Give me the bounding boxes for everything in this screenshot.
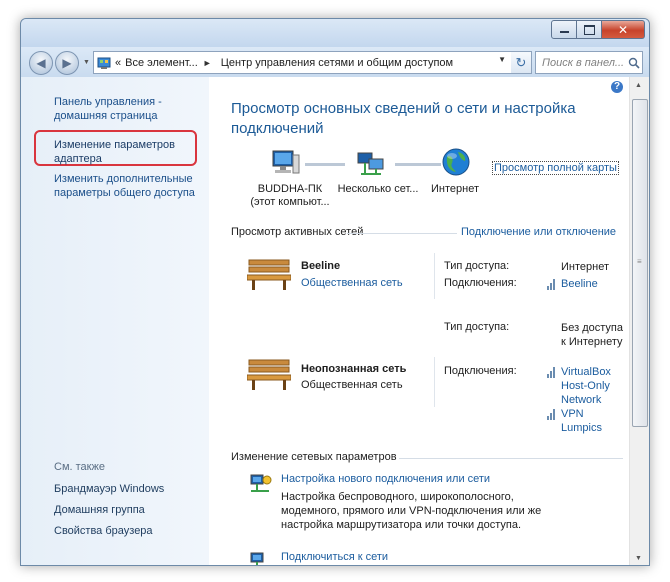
refresh-icon: ↻ (515, 54, 527, 70)
control-panel-window: ✕ ◀ ▶ ▼ « Все элемент... ► Центр управле… (20, 18, 650, 566)
see-also-heading: См. также (54, 461, 105, 473)
control-panel-icon (97, 57, 111, 69)
task-description: Настройка беспроводного, широкополосного… (281, 491, 542, 531)
sidebar-link-adapter-settings[interactable]: Изменение параметров адаптера (54, 138, 204, 166)
sidebar: Панель управления - домашняя страница Из… (21, 77, 209, 565)
connect-network-icon (250, 552, 264, 565)
connections-label: Подключения: (444, 277, 517, 289)
network-name: Beeline (301, 260, 341, 272)
back-button[interactable]: ◀ (29, 51, 53, 75)
scroll-down-icon[interactable]: ▼ (635, 555, 642, 562)
map-computer-label: BUDDHA-ПК (этот компьют... (245, 183, 335, 209)
setup-new-connection-link[interactable]: Настройка нового подключения или сети (281, 473, 490, 485)
access-type-value: Интернет (561, 261, 609, 273)
search-box[interactable] (535, 51, 643, 74)
sidebar-link-home[interactable]: Панель управления - домашняя страница (54, 95, 204, 123)
bench-icon (247, 259, 291, 290)
scroll-grip-icon: ≡ (637, 257, 642, 266)
forward-button[interactable]: ▶ (55, 51, 79, 75)
computer-name: BUDDHA-ПК (257, 183, 323, 195)
forward-arrow-icon: ▶ (62, 56, 72, 70)
section-divider (399, 458, 623, 459)
map-networks-label: Несколько сет... (337, 183, 419, 195)
signal-bars-icon (547, 279, 555, 290)
network-map: BUDDHA-ПК (этот компьют... Несколько сет… (209, 145, 629, 208)
active-networks-heading: Просмотр активных сетей (231, 226, 364, 238)
sidebar-item-homegroup[interactable]: Домашняя группа (54, 504, 145, 516)
address-dropdown-icon[interactable]: ▼ (498, 55, 506, 64)
connection-virtualbox[interactable]: VirtualBox Host-Only Network (547, 365, 623, 407)
view-full-map-link[interactable]: Просмотр полной карты (492, 161, 619, 175)
signal-bars-icon (547, 367, 555, 378)
scroll-thumb[interactable]: ≡ (632, 99, 648, 427)
computer-sub: (этот компьют... (250, 196, 330, 208)
computer-icon[interactable] (269, 149, 301, 179)
scroll-up-icon[interactable]: ▲ (635, 82, 642, 89)
network-type: Общественная сеть (301, 379, 403, 391)
minimize-button[interactable] (551, 20, 577, 39)
sidebar-item-firewall[interactable]: Брандмауэр Windows (54, 483, 164, 495)
section-divider (347, 233, 457, 234)
access-type-value: Без доступа к Интернету (561, 322, 623, 348)
breadcrumb-network-center[interactable]: Центр управления сетями и общим доступом (221, 57, 453, 69)
back-arrow-icon: ◀ (36, 56, 46, 70)
signal-bars-icon (547, 409, 555, 420)
map-connector-line (395, 163, 441, 166)
connection-name[interactable]: VPN Lumpics (561, 407, 623, 435)
network-separator (434, 357, 435, 407)
navigation-bar: ◀ ▶ ▼ « Все элемент... ► Центр управлени… (21, 47, 649, 77)
help-icon[interactable]: ? (611, 81, 623, 93)
maximize-button[interactable] (577, 20, 602, 39)
sidebar-link-advanced-sharing[interactable]: Изменить дополнительные параметры общего… (54, 172, 204, 200)
close-icon: ✕ (617, 22, 629, 37)
vertical-scrollbar[interactable]: ▲ ≡ ▼ (629, 77, 649, 565)
internet-globe-icon[interactable] (441, 147, 471, 177)
connection-beeline[interactable]: Beeline (547, 277, 598, 291)
network-separator (434, 253, 435, 299)
breadcrumb-all-items[interactable]: Все элемент... (125, 57, 198, 69)
new-connection-icon (250, 474, 272, 492)
connection-vpn[interactable]: VPN Lumpics (547, 407, 623, 435)
network-name: Неопознанная сеть (301, 363, 407, 375)
map-internet-label: Интернет (431, 183, 479, 195)
page-title: Просмотр основных сведений о сети и наст… (231, 100, 576, 137)
recent-pages-dropdown-icon[interactable]: ▼ (83, 59, 90, 66)
access-type-label: Тип доступа: (444, 321, 510, 333)
address-overflow[interactable]: « (115, 57, 121, 69)
bench-icon (247, 359, 291, 390)
search-icon[interactable] (628, 57, 640, 69)
refresh-button[interactable]: ↻ (511, 51, 532, 74)
map-connector-line (305, 163, 345, 166)
connections-label: Подключения: (444, 365, 517, 377)
change-settings-heading: Изменение сетевых параметров (231, 451, 397, 463)
sidebar-item-browser-properties[interactable]: Свойства браузера (54, 525, 153, 537)
access-type-label: Тип доступа: (444, 260, 510, 272)
minimize-icon (559, 31, 569, 33)
connect-disconnect-link[interactable]: Подключение или отключение (461, 226, 616, 238)
address-bar[interactable]: « Все элемент... ► Центр управления сетя… (93, 51, 513, 74)
connect-to-network-link[interactable]: Подключиться к сети (281, 551, 388, 563)
breadcrumb-separator-icon[interactable]: ► (203, 58, 212, 68)
caption-buttons: ✕ (551, 20, 645, 39)
multiple-networks-icon[interactable] (355, 149, 387, 179)
main-content: ? Просмотр основных сведений о сети и на… (209, 77, 629, 565)
search-input[interactable] (540, 55, 628, 70)
connection-name[interactable]: VirtualBox Host-Only Network (561, 365, 623, 407)
network-type-link[interactable]: Общественная сеть (301, 277, 403, 289)
maximize-icon (583, 24, 595, 35)
close-button[interactable]: ✕ (602, 20, 645, 39)
connection-name[interactable]: Beeline (561, 277, 598, 291)
title-bar[interactable]: ✕ (21, 19, 649, 47)
